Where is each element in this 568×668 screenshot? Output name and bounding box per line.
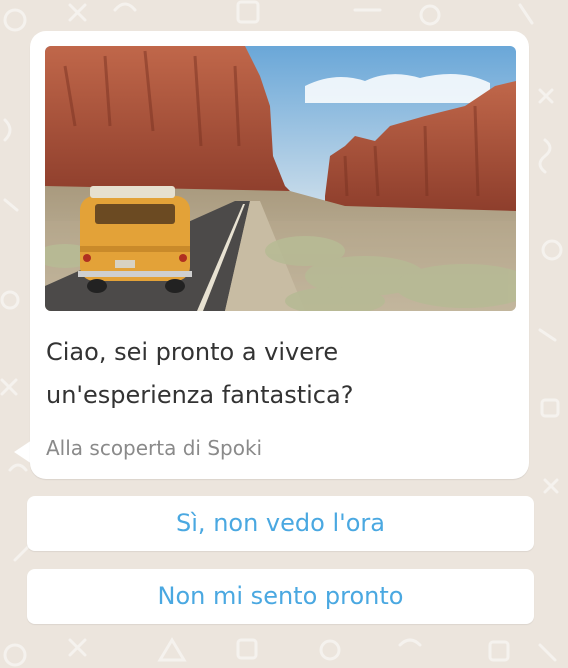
message-bubble: Ciao, sei pronto a vivere un'esperienza … bbox=[30, 31, 529, 479]
message-text: Ciao, sei pronto a vivere un'esperienza … bbox=[46, 338, 354, 409]
quick-reply-yes-button[interactable]: Sì, non vedo l'ora bbox=[27, 496, 534, 551]
desert-road-van-image bbox=[45, 46, 516, 311]
message-footer: Alla scoperta di Spoki bbox=[46, 436, 263, 460]
van bbox=[78, 186, 192, 293]
message-image[interactable] bbox=[45, 46, 516, 311]
quick-reply-not-ready-button[interactable]: Non mi sento pronto bbox=[27, 569, 534, 624]
